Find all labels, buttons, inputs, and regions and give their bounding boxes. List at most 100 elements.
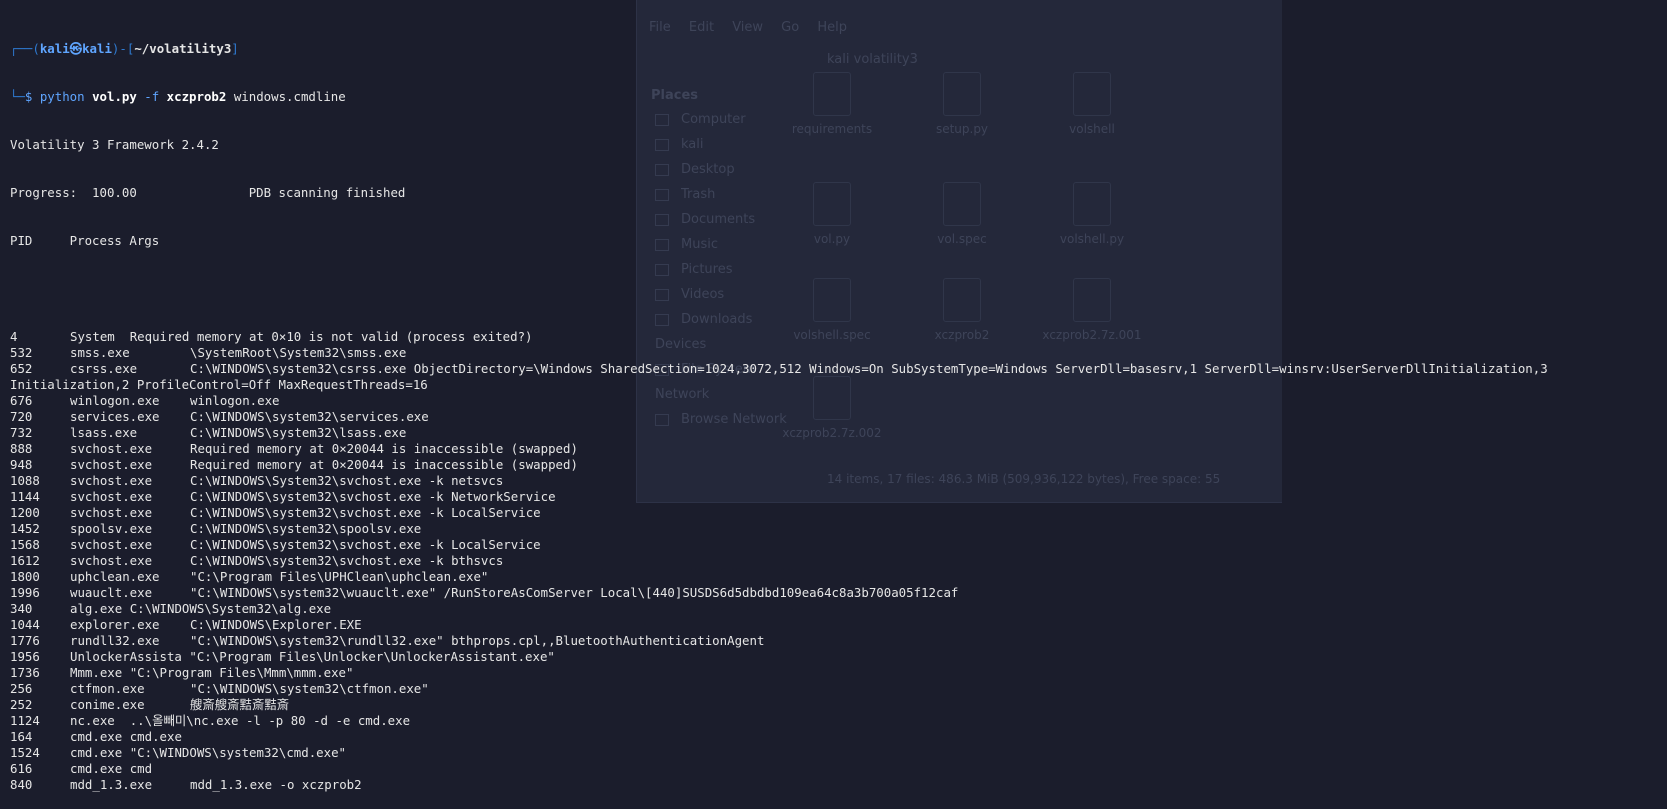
process-cell: svchost.exe bbox=[70, 457, 153, 472]
args-cell: C:\WINDOWS\system32\svchost.exe -k bthsv… bbox=[190, 553, 504, 568]
args-cell: "C:\Program Files\UPHClean\uphclean.exe" bbox=[190, 569, 489, 584]
process-cell: cmd.exe bbox=[70, 729, 130, 744]
pid-cell: 1956 bbox=[10, 649, 40, 664]
args-cell: 艘斎艘斎黠斎黠斎 bbox=[190, 697, 290, 712]
process-cell: services.exe bbox=[70, 409, 160, 424]
process-cell: UnlockerAssista bbox=[70, 649, 190, 664]
args-cell: C:\WINDOWS\system32\services.exe bbox=[190, 409, 429, 424]
args-cell: mdd_1.3.exe -o xczprob2 bbox=[190, 777, 362, 792]
args-cell: "C:\Program Files\Mmm\mmm.exe" bbox=[129, 665, 354, 680]
table-row: 888 svchost.exe Required memory at 0×20044… bbox=[10, 441, 1548, 457]
table-row: 652 csrss.exe C:\WINDOWS\system32\csrss.ex… bbox=[10, 361, 1548, 377]
table-row: 252 conime.exe 艘斎艘斎黠斎黠斎 bbox=[10, 697, 1548, 713]
process-cell: svchost.exe bbox=[70, 489, 153, 504]
process-cell: nc.exe bbox=[70, 713, 130, 728]
table-row: 164 cmd.exe cmd.exe bbox=[10, 729, 1548, 745]
process-cell: rundll32.exe bbox=[70, 633, 160, 648]
process-cell: alg.exe bbox=[70, 601, 130, 616]
table-row: 1088 svchost.exe C:\WINDOWS\System32\svcho… bbox=[10, 473, 1548, 489]
args-cell: C:\WINDOWS\system32\csrss.exe ObjectDire… bbox=[190, 361, 1548, 376]
table-row: 1124 nc.exe ..\올빼미\nc.exe -l -p 80 -d -e … bbox=[10, 713, 1548, 729]
terminal-output[interactable]: ┌──(kali㉿kali)-[~/volatility3] └─$ pytho… bbox=[10, 9, 1548, 809]
pid-cell: 1144 bbox=[10, 489, 40, 504]
prompt-user: kali㉿kali bbox=[39, 41, 112, 56]
args-cell: Required memory at 0×10 is not valid (pr… bbox=[129, 329, 533, 344]
pid-cell: 720 bbox=[10, 409, 33, 424]
pid-cell: 1200 bbox=[10, 505, 40, 520]
args-cell: C:\WINDOWS\system32\spoolsv.exe bbox=[190, 521, 422, 536]
process-cell: svchost.exe bbox=[70, 553, 153, 568]
pid-cell: 888 bbox=[10, 441, 33, 456]
pid-cell: 256 bbox=[10, 681, 33, 696]
table-row: 340 alg.exe C:\WINDOWS\System32\alg.exe bbox=[10, 601, 1548, 617]
table-row: 1776 rundll32.exe "C:\WINDOWS\system32\run… bbox=[10, 633, 1548, 649]
table-row: 1612 svchost.exe C:\WINDOWS\system32\svcho… bbox=[10, 553, 1548, 569]
args-cell: "C:\WINDOWS\system32\rundll32.exe" bthpr… bbox=[190, 633, 765, 648]
process-cell: ctfmon.exe bbox=[70, 681, 145, 696]
process-cell: wuauclt.exe bbox=[70, 585, 153, 600]
process-cell: mdd_1.3.exe bbox=[70, 777, 153, 792]
process-cell: cmd.exe bbox=[70, 745, 130, 760]
table-row: 840 mdd_1.3.exe mdd_1.3.exe -o xczprob2 bbox=[10, 777, 1548, 793]
table-row: 1800 uphclean.exe "C:\Program Files\UPHCle… bbox=[10, 569, 1548, 585]
args-cell: C:\WINDOWS\System32\svchost.exe -k netsv… bbox=[190, 473, 504, 488]
pid-cell: 1736 bbox=[10, 665, 40, 680]
process-cell: conime.exe bbox=[70, 697, 145, 712]
table-row: 1956 UnlockerAssista "C:\Program Files\Un… bbox=[10, 649, 1548, 665]
table-header: PID Process Args bbox=[10, 233, 160, 248]
pid-cell: 1800 bbox=[10, 569, 40, 584]
pid-cell: 1776 bbox=[10, 633, 40, 648]
pid-cell: 1568 bbox=[10, 537, 40, 552]
table-row: 676 winlogon.exe winlogon.exe bbox=[10, 393, 1548, 409]
prompt-directory: ~/volatility3 bbox=[134, 41, 232, 56]
pid-cell: 1524 bbox=[10, 745, 40, 760]
args-cell: "C:\WINDOWS\system32\ctfmon.exe" bbox=[190, 681, 429, 696]
table-row: 1736 Mmm.exe "C:\Program Files\Mmm\mmm.ex… bbox=[10, 665, 1548, 681]
args-cell: "C:\WINDOWS\system32\wuauclt.exe" /RunSt… bbox=[190, 585, 959, 600]
table-row: 732 lsass.exe C:\WINDOWS\system32\lsass.ex… bbox=[10, 425, 1548, 441]
args-cell: Required memory at 0×20044 is inaccessib… bbox=[190, 457, 578, 472]
args-cell: "C:\WINDOWS\system32\cmd.exe" bbox=[129, 745, 347, 760]
table-row: 616 cmd.exe cmd bbox=[10, 761, 1548, 777]
process-cell: winlogon.exe bbox=[70, 393, 160, 408]
pid-cell: 4 bbox=[10, 329, 18, 344]
process-cell: svchost.exe bbox=[70, 537, 153, 552]
table-row: 1996 wuauclt.exe "C:\WINDOWS\system32\wuau… bbox=[10, 585, 1548, 601]
args-cell: C:\WINDOWS\system32\lsass.exe bbox=[190, 425, 407, 440]
pid-cell: 1452 bbox=[10, 521, 40, 536]
pid-cell: 532 bbox=[10, 345, 33, 360]
pid-cell: 840 bbox=[10, 777, 33, 792]
args-cell: Required memory at 0×20044 is inaccessib… bbox=[190, 441, 578, 456]
process-cell: System bbox=[70, 329, 130, 344]
process-cell: csrss.exe bbox=[70, 361, 138, 376]
process-cell: svchost.exe bbox=[70, 505, 153, 520]
pid-cell: 1088 bbox=[10, 473, 40, 488]
args-cell: "C:\Program Files\Unlocker\UnlockerAssis… bbox=[189, 649, 555, 664]
process-cell: spoolsv.exe bbox=[70, 521, 153, 536]
process-cell: lsass.exe bbox=[70, 425, 138, 440]
pid-cell: 252 bbox=[10, 697, 33, 712]
pid-cell: 164 bbox=[10, 729, 33, 744]
pid-cell: 1044 bbox=[10, 617, 40, 632]
pid-cell: 340 bbox=[10, 601, 33, 616]
table-row: 1144 svchost.exe C:\WINDOWS\system32\svcho… bbox=[10, 489, 1548, 505]
pid-cell: 948 bbox=[10, 457, 33, 472]
args-cell: cmd bbox=[129, 761, 153, 776]
table-row: 4 System Required memory at 0×10 is not v… bbox=[10, 329, 1548, 345]
pid-cell: 1612 bbox=[10, 553, 40, 568]
args-cell: \SystemRoot\System32\smss.exe bbox=[190, 345, 407, 360]
pid-cell: 652 bbox=[10, 361, 33, 376]
args-cell: C:\WINDOWS\system32\svchost.exe -k Local… bbox=[190, 537, 541, 552]
args-cell: C:\WINDOWS\Explorer.EXE bbox=[190, 617, 362, 632]
args-cell: ..\올빼미\nc.exe -l -p 80 -d -e cmd.exe bbox=[129, 713, 411, 728]
table-row: 948 svchost.exe Required memory at 0×20044… bbox=[10, 457, 1548, 473]
process-cell: svchost.exe bbox=[70, 441, 153, 456]
table-row: 1044 explorer.exe C:\WINDOWS\Explorer.EXE bbox=[10, 617, 1548, 633]
table-row: 1200 svchost.exe C:\WINDOWS\system32\svcho… bbox=[10, 505, 1548, 521]
process-cell: smss.exe bbox=[70, 345, 130, 360]
table-row: 532 smss.exe \SystemRoot\System32\smss.exe bbox=[10, 345, 1548, 361]
table-row: 1568 svchost.exe C:\WINDOWS\system32\svcho… bbox=[10, 537, 1548, 553]
pid-cell: 1124 bbox=[10, 713, 40, 728]
pid-cell: 616 bbox=[10, 761, 33, 776]
